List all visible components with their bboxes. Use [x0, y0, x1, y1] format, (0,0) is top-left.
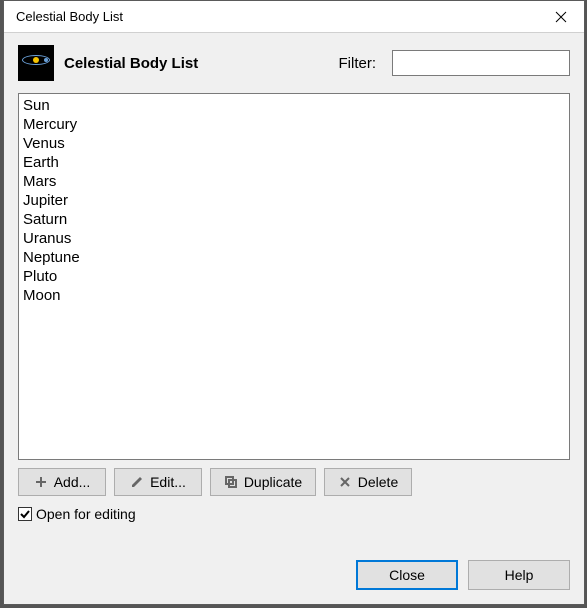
edit-label: Edit... [150, 474, 186, 490]
duplicate-icon [224, 475, 238, 489]
dialog-window: Celestial Body List Celestial Body List … [3, 0, 585, 605]
pencil-icon [130, 475, 144, 489]
delete-label: Delete [358, 474, 398, 490]
x-icon [338, 475, 352, 489]
open-for-editing-row: Open for editing [18, 506, 570, 522]
list-item[interactable]: Mercury [23, 115, 565, 134]
close-icon [555, 11, 567, 23]
list-item[interactable]: Mars [23, 172, 565, 191]
list-item[interactable]: Saturn [23, 210, 565, 229]
open-for-editing-checkbox[interactable] [18, 507, 32, 521]
list-item[interactable]: Jupiter [23, 191, 565, 210]
header-row: Celestial Body List Filter: [18, 45, 570, 81]
duplicate-label: Duplicate [244, 474, 302, 490]
list-item[interactable]: Uranus [23, 229, 565, 248]
titlebar: Celestial Body List [4, 1, 584, 33]
list-item[interactable]: Earth [23, 153, 565, 172]
list-item[interactable]: Pluto [23, 267, 565, 286]
check-icon [20, 509, 30, 519]
edit-button[interactable]: Edit... [114, 468, 202, 496]
filter-label: Filter: [339, 55, 383, 72]
list-item[interactable]: Sun [23, 96, 565, 115]
window-title: Celestial Body List [4, 9, 538, 24]
close-button[interactable]: Close [356, 560, 458, 590]
open-for-editing-label: Open for editing [36, 506, 136, 522]
help-label: Help [505, 567, 534, 583]
close-window-button[interactable] [538, 1, 584, 33]
delete-button[interactable]: Delete [324, 468, 412, 496]
app-icon [18, 45, 54, 81]
list-item[interactable]: Venus [23, 134, 565, 153]
page-title: Celestial Body List [64, 55, 198, 72]
footer-buttons: Close Help [18, 560, 570, 590]
list-item[interactable]: Neptune [23, 248, 565, 267]
close-label: Close [389, 567, 425, 583]
celestial-body-listbox[interactable]: Sun Mercury Venus Earth Mars Jupiter Sat… [18, 93, 570, 460]
add-label: Add... [54, 474, 91, 490]
client-area: Celestial Body List Filter: Sun Mercury … [4, 33, 584, 604]
filter-input[interactable] [392, 50, 570, 76]
duplicate-button[interactable]: Duplicate [210, 468, 316, 496]
toolbar: Add... Edit... Duplicate Delete [18, 468, 570, 496]
help-button[interactable]: Help [468, 560, 570, 590]
list-item[interactable]: Moon [23, 286, 565, 305]
plus-icon [34, 475, 48, 489]
add-button[interactable]: Add... [18, 468, 106, 496]
